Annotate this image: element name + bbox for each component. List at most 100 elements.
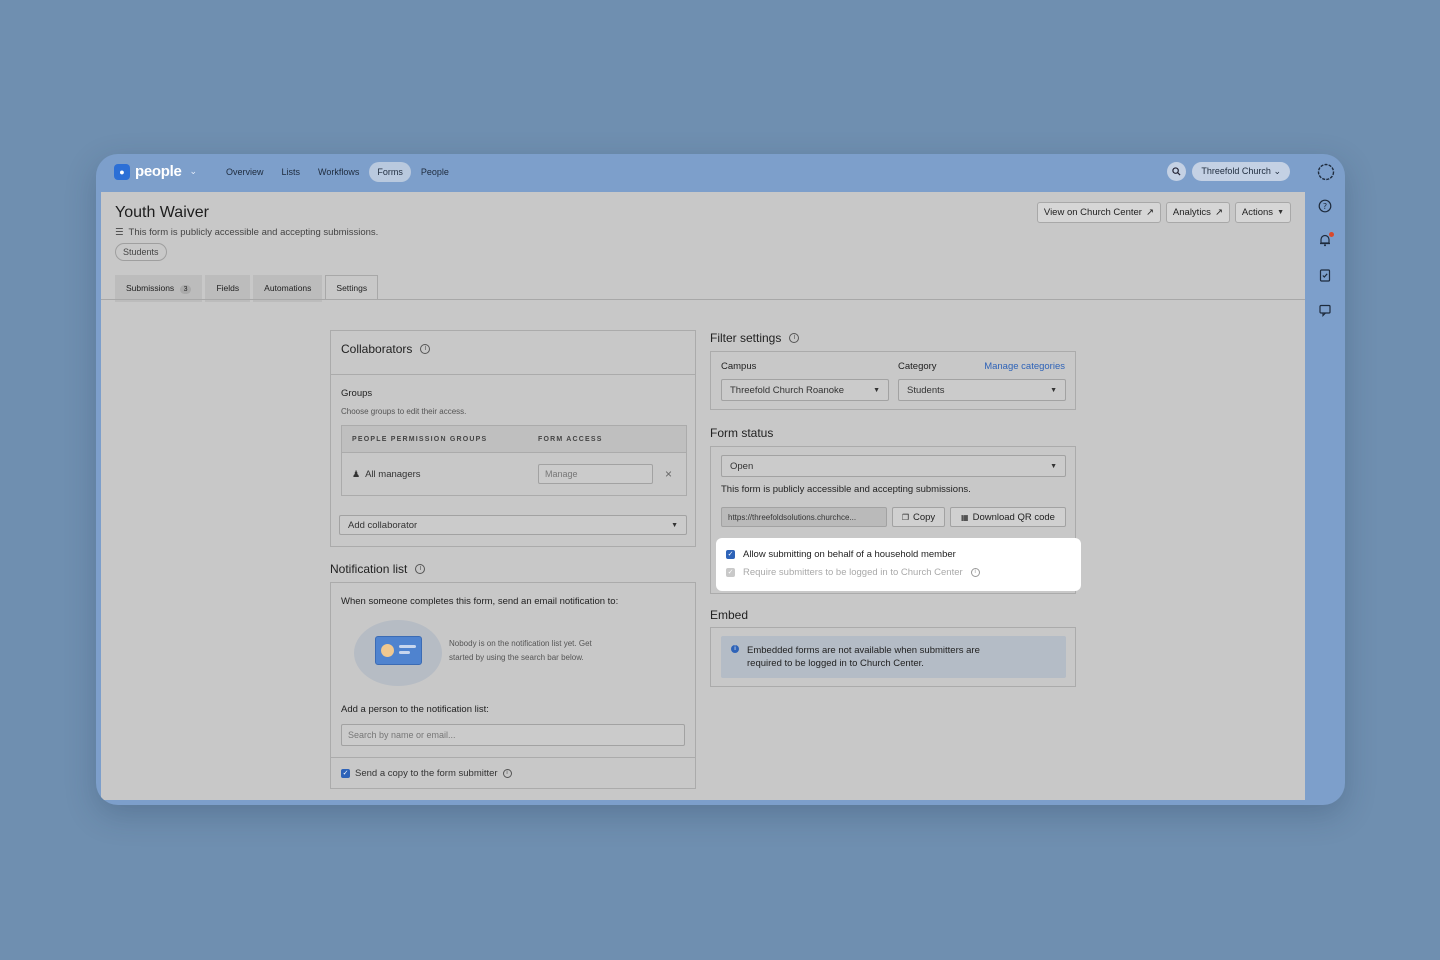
col-groups-header: PEOPLE PERMISSION GROUPS <box>352 436 488 443</box>
embed-notice-text: Embedded forms are not available when su… <box>747 644 1037 670</box>
avatar <box>381 644 394 657</box>
groups-hint: Choose groups to edit their access. <box>341 407 467 416</box>
header-actions: View on Church Center ↗ Analytics ↗ Acti… <box>1036 202 1291 223</box>
info-icon[interactable]: i <box>970 568 980 577</box>
filter-card: Campus Category Manage categories Threef… <box>710 351 1076 410</box>
empty-text-1: Nobody is on the notification list yet. … <box>449 639 592 648</box>
send-copy-label: Send a copy to the form submitter <box>355 768 498 779</box>
collaborators-title: Collaborators <box>341 342 413 356</box>
analytics-button[interactable]: Analytics ↗ <box>1165 202 1230 223</box>
info-icon[interactable]: i <box>789 333 800 343</box>
view-label: View on Church Center <box>1043 207 1142 218</box>
divider <box>331 757 695 758</box>
view-on-church-center-button[interactable]: View on Church Center ↗ <box>1036 202 1161 223</box>
filter-title: Filter settings <box>710 331 782 345</box>
info-icon[interactable]: i <box>415 564 426 574</box>
card-line <box>399 651 410 654</box>
tab-submissions[interactable]: Submissions 3 <box>115 275 203 302</box>
trend-icon: ↗ <box>1214 207 1223 218</box>
nav-lists[interactable]: Lists <box>274 162 309 182</box>
bell-icon[interactable] <box>1317 232 1334 249</box>
card-line <box>399 645 416 648</box>
notification-search-input[interactable]: Search by name or email... <box>341 724 685 746</box>
org-switcher-button[interactable]: Threefold Church ⌄ <box>1192 162 1290 181</box>
search-icon[interactable] <box>1167 162 1187 181</box>
embed-notice-line-2: required to be logged in to Church Cente… <box>747 658 924 669</box>
form-access-select[interactable]: Manage <box>538 464 653 484</box>
require-login-option: ✓ Require submitters to be logged in to … <box>726 567 980 578</box>
app-switcher[interactable]: ● people ⌄ <box>114 163 197 180</box>
group-name: All managers <box>365 469 421 480</box>
nav-overview[interactable]: Overview <box>218 162 272 182</box>
form-url: https://threefoldsolutions.churchce... <box>728 512 857 522</box>
tab-automations[interactable]: Automations <box>253 275 323 302</box>
status-select[interactable]: Open ▼ <box>721 455 1066 477</box>
household-options-highlight: ✓ Allow submitting on behalf of a househ… <box>716 538 1081 591</box>
category-tag[interactable]: Students <box>115 243 167 261</box>
embed-notice-line-1: Embedded forms are not available when su… <box>747 645 980 656</box>
caret-down-icon: ▼ <box>873 386 880 394</box>
allow-household-label: Allow submitting on behalf of a househol… <box>743 549 956 560</box>
category-label: Category <box>898 361 937 372</box>
caret-down-icon: ▼ <box>1277 209 1284 216</box>
add-collaborator-select[interactable]: Add collaborator ▼ <box>339 515 687 535</box>
info-icon: i <box>731 645 739 653</box>
campus-select[interactable]: Threefold Church Roanoke ▼ <box>721 379 889 401</box>
chat-icon[interactable] <box>1317 303 1333 319</box>
caret-down-icon: ▼ <box>671 521 678 529</box>
copy-icon: ❐ <box>901 512 909 522</box>
embed-notice: i Embedded forms are not available when … <box>721 636 1066 678</box>
form-status-title: Form status <box>710 426 774 440</box>
page-title: Youth Waiver <box>115 204 209 221</box>
content-panel: Youth Waiver ☰ This form is publicly acc… <box>101 192 1305 800</box>
right-rail: ? <box>1305 154 1345 805</box>
nav-forms[interactable]: Forms <box>369 162 411 182</box>
collaborators-card: Collaborators i Groups Choose groups to … <box>330 330 696 547</box>
info-icon[interactable]: i <box>420 344 431 354</box>
svg-text:?: ? <box>1323 202 1327 211</box>
actions-label: Actions <box>1241 207 1274 218</box>
manage-categories-link[interactable]: Manage categories <box>984 361 1065 372</box>
tab-divider <box>101 299 1305 300</box>
category-select[interactable]: Students ▼ <box>898 379 1066 401</box>
caret-down-icon: ▼ <box>1050 462 1057 470</box>
form-access-placeholder: Manage <box>545 469 578 479</box>
copy-url-button[interactable]: ❐ Copy <box>892 507 945 527</box>
nav-people[interactable]: People <box>413 162 457 182</box>
tab-settings[interactable]: Settings <box>325 275 379 300</box>
notification-search-placeholder: Search by name or email... <box>348 730 456 740</box>
groups-table-header: PEOPLE PERMISSION GROUPS FORM ACCESS <box>342 426 686 453</box>
form-url-field[interactable]: https://threefoldsolutions.churchce... <box>721 507 887 527</box>
table-row: ♟ All managers <box>352 469 421 480</box>
actions-button[interactable]: Actions ▼ <box>1234 202 1291 223</box>
chevron-down-icon: ⌄ <box>1273 166 1281 176</box>
check-icon[interactable]: ✓ <box>726 550 735 559</box>
contact-card-image <box>375 636 422 665</box>
form-status-heading: Form status <box>710 426 773 440</box>
analytics-label: Analytics <box>1172 207 1211 218</box>
collaborators-heading: Collaborators i <box>341 342 431 356</box>
notification-dot <box>1329 232 1334 237</box>
nav-workflows[interactable]: Workflows <box>310 162 367 182</box>
submissions-count-badge: 3 <box>179 285 192 294</box>
download-qr-button[interactable]: ▦ Download QR code <box>950 507 1066 527</box>
help-icon[interactable]: ? <box>1317 199 1333 215</box>
notification-heading: Notification list i <box>330 562 426 576</box>
copy-label: Copy <box>912 511 936 523</box>
external-link-icon: ↗ <box>1145 207 1154 218</box>
info-icon[interactable]: i <box>502 769 512 778</box>
caret-down-icon: ▼ <box>1050 386 1057 394</box>
status-value: Open <box>730 460 754 472</box>
campus-label: Campus <box>721 361 757 372</box>
app-window: ● people ⌄ Overview Lists Workflows Form… <box>96 154 1345 805</box>
tab-fields[interactable]: Fields <box>205 275 251 302</box>
send-copy-option[interactable]: ✓ Send a copy to the form submitter i <box>341 768 512 779</box>
profile-ring-icon[interactable] <box>1317 163 1335 181</box>
close-icon[interactable]: × <box>665 467 672 481</box>
clipboard-icon[interactable] <box>1317 268 1333 284</box>
allow-household-option[interactable]: ✓ Allow submitting on behalf of a househ… <box>726 549 956 560</box>
filter-heading: Filter settings i <box>710 331 800 345</box>
check-icon[interactable]: ✓ <box>341 769 350 778</box>
tabs: Submissions 3 Fields Automations Setting… <box>115 275 379 302</box>
groups-label: Groups <box>341 388 373 399</box>
